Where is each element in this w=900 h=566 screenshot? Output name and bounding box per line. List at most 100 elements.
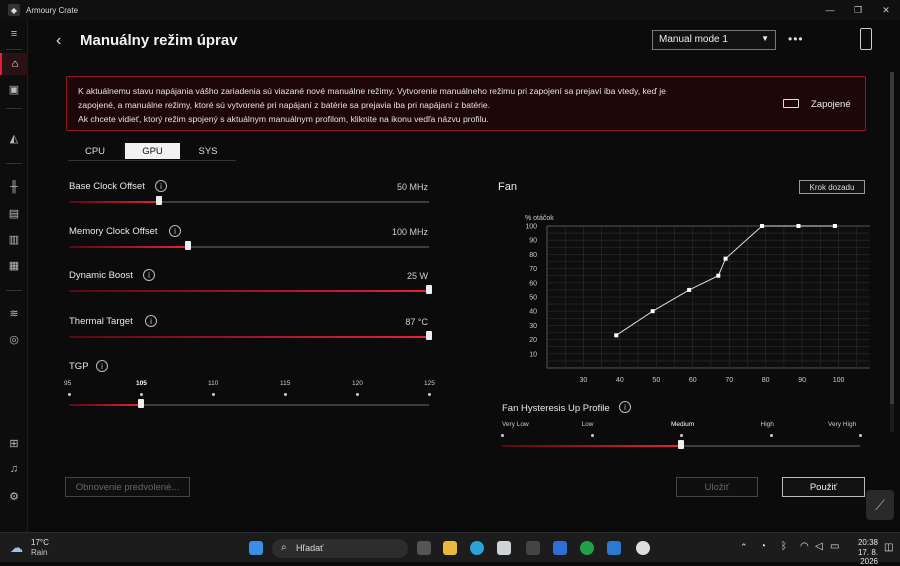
- slider-label: Base Clock Offset: [69, 181, 145, 192]
- chrome-icon[interactable]: [636, 541, 650, 555]
- slider-track[interactable]: [69, 196, 429, 205]
- info-icon[interactable]: i: [169, 225, 181, 237]
- hysteresis-tick-dot: [501, 434, 504, 437]
- y-axis-label: % otáčok: [525, 215, 554, 222]
- close-button[interactable]: ✕: [872, 0, 900, 20]
- fan-curve-point[interactable]: [760, 224, 765, 228]
- hysteresis-fill: [502, 445, 681, 447]
- info-icon[interactable]: i: [155, 180, 167, 192]
- hysteresis-tick-dot: [590, 434, 594, 437]
- tray-bluetooth-icon[interactable]: ᛒ: [781, 541, 787, 552]
- mode-select[interactable]: Manual mode 1 ▼: [652, 30, 776, 50]
- hysteresis-label: Fan Hysteresis Up Profile: [502, 403, 610, 414]
- more-options-icon[interactable]: •••: [788, 32, 804, 46]
- save-button[interactable]: Uložiť: [676, 477, 758, 497]
- home-icon[interactable]: ⌂: [0, 53, 28, 75]
- file-explorer-icon[interactable]: [443, 541, 457, 555]
- device-mode-icon[interactable]: [860, 28, 872, 50]
- x-tick-label: 60: [689, 377, 697, 384]
- info-icon[interactable]: i: [619, 401, 631, 413]
- info-icon[interactable]: i: [96, 360, 108, 372]
- fan-curve-chart[interactable]: 10 20 30 40 50 60 70 80 90 100 30 40 50 60 70 80 90 100 11…: [490, 206, 870, 396]
- tab-gpu[interactable]: GPU: [122, 143, 180, 159]
- slider-knob[interactable]: [426, 331, 432, 340]
- settings-sliders-icon[interactable]: ╫: [0, 176, 28, 198]
- sidebar-divider: [6, 163, 22, 164]
- info-notice: K aktuálnemu stavu napájania vášho zaria…: [66, 76, 866, 131]
- search-input[interactable]: ⌕ Hľadať: [272, 539, 408, 558]
- fan-curve-point[interactable]: [687, 287, 692, 292]
- notification-icon[interactable]: ♫: [0, 458, 28, 480]
- scenario-icon[interactable]: ▦: [0, 254, 28, 276]
- edge-icon[interactable]: [470, 541, 484, 555]
- app-logo-icon: ◆: [8, 4, 20, 16]
- mail-icon[interactable]: [607, 541, 621, 555]
- scrollbar[interactable]: [890, 72, 894, 432]
- y-tick-label: 30: [529, 323, 537, 330]
- weather-icon[interactable]: ☁: [10, 540, 23, 556]
- tray-app-icon[interactable]: ◔: [760, 541, 766, 552]
- tgp-fill: [69, 404, 141, 406]
- slider-knob[interactable]: [426, 285, 432, 294]
- info-icon[interactable]: i: [143, 269, 155, 281]
- hysteresis-track[interactable]: [502, 440, 860, 449]
- step-back-button[interactable]: Krok dozadu: [799, 180, 865, 194]
- y-tick-label: 20: [529, 337, 537, 344]
- slider-value: 50 MHz: [396, 182, 428, 192]
- sidebar-divider: [6, 290, 22, 291]
- plug-icon: [783, 99, 799, 108]
- info-icon[interactable]: i: [145, 315, 157, 327]
- layers-icon[interactable]: ≋: [0, 302, 28, 324]
- fan-curve-point[interactable]: [716, 273, 721, 278]
- tgp-tick-dot: [356, 393, 359, 396]
- armoury-icon[interactable]: ◎: [0, 328, 28, 350]
- fan-curve-point[interactable]: [832, 224, 837, 228]
- tab-cpu[interactable]: CPU: [68, 143, 122, 159]
- reset-defaults-button[interactable]: Obnovenie predvolené...: [65, 477, 190, 497]
- start-icon[interactable]: [249, 541, 263, 555]
- tray-chevron-icon[interactable]: ⌃: [740, 542, 748, 553]
- featured-icon[interactable]: ▥: [0, 228, 28, 250]
- fan-curve-point[interactable]: [796, 224, 801, 228]
- myasus-icon[interactable]: [553, 541, 567, 555]
- wifi-icon[interactable]: ◠: [800, 541, 809, 552]
- task-view-icon[interactable]: [417, 541, 431, 555]
- xbox-icon[interactable]: [580, 541, 594, 555]
- slider-track[interactable]: [69, 331, 432, 340]
- settings-gear-icon[interactable]: ⚙: [0, 485, 28, 507]
- app-title: Armoury Crate: [26, 5, 79, 15]
- notifications-icon[interactable]: ◫: [884, 542, 893, 553]
- slider-knob[interactable]: [156, 196, 162, 205]
- store-icon[interactable]: [497, 541, 511, 555]
- hysteresis-knob[interactable]: [678, 440, 684, 449]
- slider-knob[interactable]: [184, 241, 191, 250]
- fan-curve-point[interactable]: [650, 309, 655, 314]
- menu-icon[interactable]: ≡: [0, 23, 28, 45]
- fan-curve-point[interactable]: [614, 333, 619, 338]
- apps-icon[interactable]: ⊞: [0, 432, 28, 454]
- rog-assistant-icon[interactable]: ⟋: [866, 490, 894, 520]
- game-library-icon[interactable]: ▤: [0, 202, 28, 224]
- taskbar: ☁ 17°C Rain ⌕ Hľadať ⌃ ◔ ᛒ ◠ ◁ ▭ 20:38 1…: [0, 532, 900, 566]
- maximize-button[interactable]: ❐: [844, 0, 872, 20]
- slider-track[interactable]: [69, 241, 429, 250]
- armoury-crate-taskbar-icon[interactable]: [526, 541, 540, 555]
- scrollbar-thumb[interactable]: [890, 72, 894, 404]
- aura-icon[interactable]: ◭: [0, 127, 28, 149]
- minimize-button[interactable]: —: [816, 0, 844, 20]
- back-icon[interactable]: ‹: [56, 32, 61, 50]
- sidebar: ≡ ⌂ ▣ ◭ ╫ ▤ ▥ ▦ ≋ ◎ ⊞ ♫ ⚙: [0, 20, 28, 532]
- slider-value: 25 W: [406, 271, 428, 281]
- volume-icon[interactable]: ◁: [815, 541, 823, 552]
- apply-button[interactable]: Použiť: [782, 477, 865, 497]
- hysteresis-tick-dot: [680, 434, 683, 437]
- weather-temp: 17°C: [31, 538, 49, 547]
- tgp-track[interactable]: [69, 399, 429, 408]
- slider-track[interactable]: [69, 285, 432, 294]
- fan-curve-point[interactable]: [723, 256, 728, 261]
- slider-label: Dynamic Boost: [69, 270, 133, 281]
- tgp-knob[interactable]: [138, 399, 144, 408]
- tab-sys[interactable]: SYS: [180, 143, 236, 159]
- fan-title: Fan: [498, 181, 517, 193]
- device-icon[interactable]: ▣: [0, 78, 28, 100]
